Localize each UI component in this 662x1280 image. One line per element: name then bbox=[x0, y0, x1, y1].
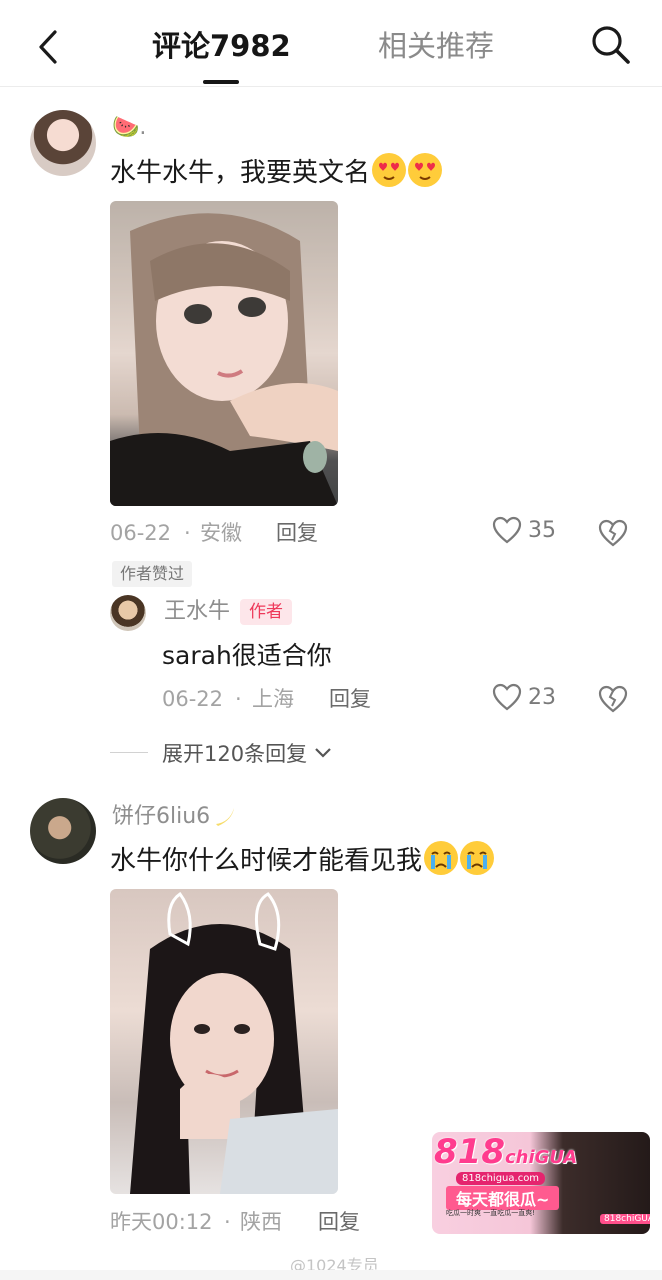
crying-emoji bbox=[460, 841, 495, 875]
ad-slogan: 每天都很瓜~ bbox=[446, 1186, 560, 1210]
bottom-bar-partial bbox=[0, 1270, 662, 1280]
expand-replies-button[interactable]: 展开120条回复 bbox=[162, 738, 333, 768]
ad-banner[interactable]: 818chiGUA 818chigua.com 每天都很瓜~ 吃瓜一时爽 一直吃… bbox=[432, 1132, 650, 1234]
expand-replies-label: 展开120条回复 bbox=[162, 742, 308, 766]
active-tab-indicator bbox=[203, 80, 239, 84]
commenter-username[interactable]: 🍉. bbox=[112, 114, 146, 142]
heart-outline-icon bbox=[492, 516, 522, 544]
meta-separator: · bbox=[224, 1210, 231, 1234]
like-button[interactable]: 35 bbox=[492, 516, 556, 544]
author-liked-badge: 作者赞过 bbox=[112, 561, 193, 587]
meta-separator: · bbox=[235, 687, 242, 711]
search-icon[interactable] bbox=[588, 22, 634, 68]
like-count: 35 bbox=[528, 517, 556, 543]
comment-text: 水牛你什么时候才能看见我 bbox=[110, 841, 495, 879]
reply-button[interactable]: 回复 bbox=[318, 1208, 360, 1236]
author-tag: 作者 bbox=[240, 599, 292, 625]
comment-location: 陕西 bbox=[240, 1210, 282, 1234]
reply-author-avatar[interactable] bbox=[110, 595, 146, 631]
tab-comments[interactable]: 评论7982 bbox=[152, 26, 291, 66]
comment-date: 06-22 bbox=[110, 521, 172, 545]
comment-photo[interactable] bbox=[110, 201, 338, 506]
tab-related[interactable]: 相关推荐 bbox=[378, 26, 494, 66]
comment-location: 安徽 bbox=[200, 521, 242, 545]
commenter-avatar[interactable] bbox=[30, 110, 96, 176]
ad-url: 818chigua.com bbox=[456, 1172, 546, 1185]
comment-date: 昨天00:12 bbox=[110, 1210, 213, 1234]
commenter-username[interactable]: 饼仔6liu6 bbox=[112, 803, 210, 831]
heart-outline-icon bbox=[492, 683, 522, 711]
chevron-down-icon bbox=[315, 748, 331, 758]
expand-divider bbox=[110, 752, 148, 753]
reply-button[interactable]: 回复 bbox=[276, 519, 318, 547]
commenter-avatar[interactable] bbox=[30, 798, 96, 864]
heart-eyes-emoji bbox=[408, 153, 443, 187]
like-count: 23 bbox=[528, 684, 556, 710]
broken-heart-icon[interactable] bbox=[598, 518, 628, 548]
crying-emoji bbox=[424, 841, 459, 875]
reply-author-name[interactable]: 王水牛 bbox=[164, 598, 230, 626]
reply-date: 06-22 bbox=[162, 687, 224, 711]
like-button[interactable]: 23 bbox=[492, 683, 556, 711]
reply-location: 上海 bbox=[252, 687, 294, 711]
comment-text: 水牛水牛，我要英文名 bbox=[110, 153, 443, 191]
banana-emoji bbox=[216, 808, 234, 826]
meta-separator: · bbox=[184, 521, 191, 545]
comment-photo[interactable] bbox=[110, 889, 338, 1194]
ad-brand-logo: 818chiGUA bbox=[434, 1132, 578, 1172]
reply-button[interactable]: 回复 bbox=[329, 685, 371, 713]
reply-text: sarah很适合你 bbox=[162, 641, 332, 670]
ad-tag: 818chiGUA bbox=[600, 1214, 650, 1224]
broken-heart-icon[interactable] bbox=[598, 684, 628, 714]
top-bar: 评论7982 相关推荐 bbox=[0, 0, 662, 87]
ad-subline: 吃瓜一时爽 一直吃瓜一直爽! bbox=[446, 1209, 536, 1217]
heart-eyes-emoji bbox=[372, 153, 407, 187]
back-chevron-icon[interactable] bbox=[28, 22, 68, 72]
comment-text-content: 水牛你什么时候才能看见我 bbox=[110, 846, 423, 876]
comment-text-content: 水牛水牛，我要英文名 bbox=[110, 158, 371, 188]
